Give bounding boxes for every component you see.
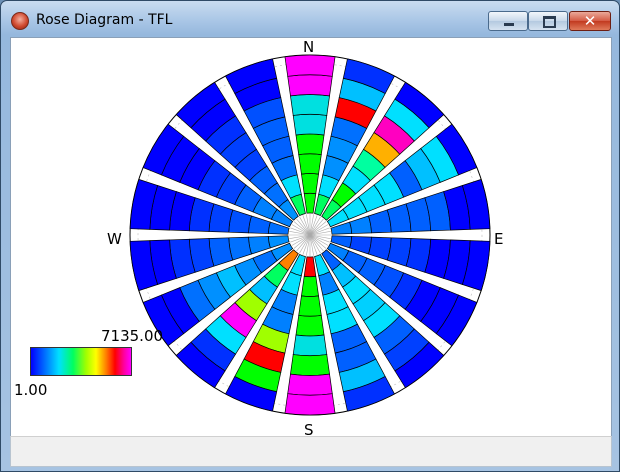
compass-east-label: E	[494, 230, 504, 248]
close-button[interactable]: ✕	[569, 11, 611, 31]
status-bar	[10, 436, 612, 467]
legend-min-value: 1.00	[14, 381, 48, 399]
legend-max-value: 7135.00	[101, 327, 164, 345]
rose-cell	[248, 236, 271, 255]
rose-cell	[301, 275, 319, 297]
rose-cell	[368, 209, 392, 234]
rose-cell	[228, 236, 252, 261]
rose-cell	[290, 94, 330, 116]
rose-cell	[303, 256, 317, 278]
app-icon[interactable]	[11, 12, 29, 30]
rose-cell	[284, 393, 336, 416]
rose-cell	[298, 153, 322, 175]
window-title: Rose Diagram - TFL	[36, 12, 173, 28]
maximize-button[interactable]	[528, 11, 568, 31]
rose-cell	[287, 74, 333, 97]
rose-cell	[292, 113, 328, 136]
rose-cell	[292, 334, 328, 357]
title-bar[interactable]: Rose Diagram - TFL ✕	[1, 1, 619, 35]
rose-cell	[368, 236, 392, 261]
color-scale-legend	[30, 347, 132, 376]
rose-cell	[349, 236, 372, 255]
rose-diagram	[129, 54, 491, 416]
rose-cell	[287, 373, 333, 396]
rose-cell	[301, 173, 319, 195]
rose-cell	[290, 354, 330, 376]
rose-cell	[295, 133, 325, 155]
rose-cell	[303, 192, 317, 214]
minimize-button[interactable]	[488, 11, 528, 31]
compass-north-label: N	[303, 38, 315, 56]
minimize-icon	[489, 12, 527, 30]
compass-west-label: W	[107, 230, 122, 248]
rose-cell	[284, 54, 336, 77]
rose-cell	[228, 209, 252, 234]
rose-cell	[248, 215, 271, 234]
window: Rose Diagram - TFL ✕ N S E W 7135.00 1.0…	[0, 0, 620, 472]
close-icon: ✕	[583, 12, 597, 30]
rose-cell	[295, 315, 325, 337]
rose-cell	[349, 215, 372, 234]
rose-cell	[298, 295, 322, 317]
rose-diagram-canvas: N S E W 7135.00 1.00	[10, 37, 612, 439]
maximize-icon	[529, 12, 567, 30]
